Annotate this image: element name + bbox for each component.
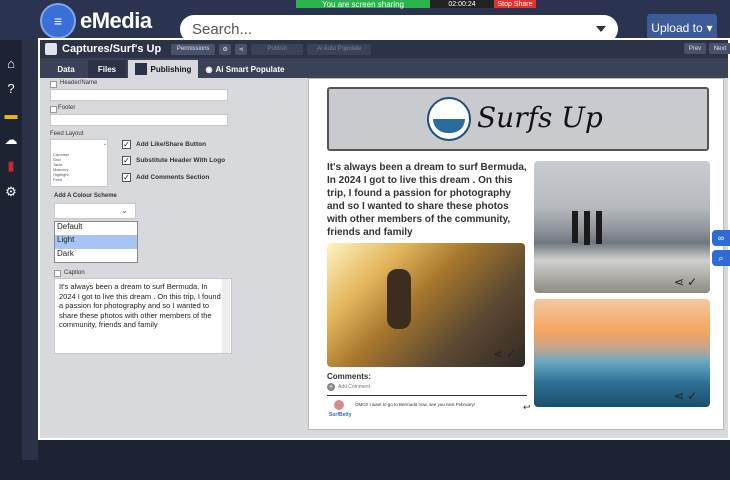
screenshare-status: You are screen sharing	[296, 0, 430, 9]
settings-button[interactable]: ⚙	[219, 43, 232, 55]
share-like-icons[interactable]: ⋖ ✓	[493, 347, 516, 361]
publish-preview: Surfs Up It's always been a dream to sur…	[308, 78, 724, 430]
tab-files[interactable]: Files	[88, 60, 126, 78]
bottom-bar	[0, 460, 730, 480]
help-icon[interactable]: ?	[3, 80, 19, 96]
chevron-down-icon[interactable]	[596, 26, 606, 32]
folder-icon[interactable]: ▬	[3, 106, 19, 122]
screenshare-bar: You are screen sharing 02:00:24 Stop Sha…	[296, 0, 536, 9]
share-timer: 02:00:24	[430, 0, 494, 8]
footer-input[interactable]	[50, 114, 228, 126]
settings-icon[interactable]: ⚙	[3, 184, 19, 200]
prev-button[interactable]: Prev	[684, 43, 706, 54]
search-zoom-icon[interactable]: ⌕	[712, 250, 730, 266]
collapsed-panel	[22, 40, 38, 460]
wave-photo[interactable]: ⋖ ✓	[534, 299, 710, 407]
stop-share-button[interactable]: Stop Share	[494, 0, 536, 8]
surfer-silhouettes	[572, 211, 608, 249]
story-text: It's always been a dream to surf Bermuda…	[327, 162, 527, 238]
colour-scheme-label: Add A Colour Scheme	[54, 193, 117, 199]
thumbs-up-icon[interactable]: ✓	[506, 347, 516, 361]
header-label: Header/Name	[60, 80, 98, 86]
reply-icon[interactable]: ↩	[523, 402, 531, 413]
feed-option[interactable]: Feed	[53, 177, 107, 182]
header-checkbox[interactable]	[50, 81, 57, 88]
upload-label: Upload to	[651, 21, 703, 35]
comment-text: OMG!! I want to go to Bermuda now, see y…	[355, 402, 476, 407]
tab-publishing[interactable]: Publishing	[128, 60, 198, 78]
add-comment-label: Add Comment	[338, 384, 370, 390]
plus-icon: +	[327, 383, 335, 391]
add-comment-button[interactable]: + Add Comment	[327, 383, 527, 391]
publish-button[interactable]: Publish	[251, 43, 304, 55]
search-placeholder: Search...	[192, 20, 253, 38]
footer-checkbox[interactable]	[50, 106, 57, 113]
wave-shape	[433, 119, 465, 133]
brand-name: eMedia	[80, 8, 152, 33]
tab-data[interactable]: Data	[46, 60, 86, 78]
footer-label: Footer	[58, 105, 76, 111]
colour-options-list[interactable]: Default Light Dark	[54, 221, 138, 263]
commenter-name: SurfBetty	[329, 412, 352, 418]
colour-scheme-select[interactable]: ⌄	[54, 203, 136, 219]
comments-checkbox[interactable]: ✓	[122, 173, 131, 182]
window-title-bar: Captures/Surf's Up Permissions ⚙ ⋖ Publi…	[40, 40, 730, 58]
robot-icon: ◉	[205, 64, 213, 74]
surfers-photo[interactable]: ⋖ ✓	[534, 161, 710, 293]
header-input[interactable]	[50, 89, 228, 101]
preview-banner: Surfs Up	[327, 87, 709, 151]
caret-down-icon: ▾	[706, 21, 713, 35]
substitute-header-checkbox[interactable]: ✓	[122, 156, 131, 165]
chevron-down-icon: ⌄	[121, 206, 128, 215]
chevron-down-icon: ⌄	[103, 141, 108, 147]
comment-item: OMG!! I want to go to Bermuda now, see y…	[327, 395, 531, 419]
share-icon[interactable]: ⋖	[674, 275, 684, 289]
thumbs-up-icon[interactable]: ✓	[687, 389, 697, 403]
permissions-button[interactable]: Permissions	[171, 43, 216, 55]
wave-logo-icon	[427, 97, 471, 141]
colour-option-light[interactable]: Light	[55, 235, 137, 249]
caption-textarea[interactable]: It's always been a dream to surf Bermuda…	[54, 278, 232, 354]
colour-option-default[interactable]: Default	[55, 222, 137, 235]
editor-window: Captures/Surf's Up Permissions ⚙ ⋖ Publi…	[38, 38, 730, 440]
caption-label: Caption	[64, 270, 85, 276]
image-icon	[45, 43, 57, 55]
tab-bar: Data Files Publishing ◉ Ai Smart Populat…	[40, 58, 728, 78]
share-like-icons[interactable]: ⋖ ✓	[674, 389, 697, 403]
avatar	[334, 400, 344, 410]
caption-checkbox[interactable]	[54, 270, 61, 277]
surfer-girl-photo[interactable]: ⋖ ✓	[327, 243, 525, 367]
image-icon	[134, 63, 147, 75]
like-share-label: Add Like/Share Button	[136, 141, 207, 148]
like-share-checkbox[interactable]: ✓	[122, 140, 131, 149]
brand-logo[interactable]: ≡ eMedia	[40, 3, 180, 39]
logo-text: Surfs Up	[477, 101, 603, 134]
next-button[interactable]: Next	[709, 43, 730, 54]
share-icon[interactable]: ⋖	[493, 347, 503, 361]
thumbs-up-icon[interactable]: ✓	[687, 275, 697, 289]
feed-layout-select[interactable]: Carousel Grid Table Masonry Highlight Fe…	[50, 139, 108, 187]
tab-ai-label: Ai Smart Populate	[215, 64, 285, 74]
caption-scrollbar[interactable]	[222, 279, 230, 353]
link-icon[interactable]: ∞	[712, 230, 730, 246]
logo-icon: ≡	[40, 3, 76, 39]
trash-icon[interactable]: ▮	[3, 158, 19, 174]
tab-publishing-label: Publishing	[150, 64, 192, 74]
tab-ai-smart-populate[interactable]: ◉ Ai Smart Populate	[200, 60, 290, 78]
surfer-silhouette	[387, 269, 411, 329]
colour-option-dark[interactable]: Dark	[55, 249, 137, 262]
cloud-download-icon[interactable]: ☁	[3, 132, 19, 148]
window-title: Captures/Surf's Up	[62, 43, 162, 55]
share-like-icons[interactable]: ⋖ ✓	[674, 275, 697, 289]
comments-heading: Comments:	[327, 372, 372, 381]
publishing-form: Header/Name Footer Feed Layout Carousel …	[46, 80, 242, 440]
comments-section: Comments: + Add Comment OMG!! I want to …	[327, 372, 531, 419]
feed-layout-label: Feed Layout	[50, 131, 84, 137]
share-icon[interactable]: ⋖	[674, 389, 684, 403]
share-button[interactable]: ⋖	[235, 43, 248, 55]
comments-label: Add Comments Section	[136, 174, 210, 181]
home-icon[interactable]: ⌂	[3, 55, 19, 71]
ai-auto-populate-button[interactable]: Ai Auto Populate	[307, 43, 372, 55]
substitute-header-label: Substitute Header With Logo	[136, 157, 226, 164]
